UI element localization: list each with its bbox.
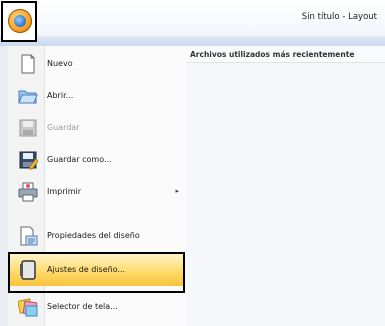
app-orb-icon — [8, 9, 32, 33]
fabric-selector-icon — [18, 298, 38, 317]
title-bar: Sin título - Layout — [0, 0, 385, 36]
submenu-arrow-icon: ▸ — [175, 187, 179, 195]
menu-item-abrir[interactable]: Abrir... — [8, 80, 185, 112]
printer-icon — [18, 182, 38, 202]
menu-item-label: Propiedades del diseño — [47, 231, 140, 240]
menu-item-guardar[interactable]: Guardar — [8, 112, 185, 144]
save-as-icon — [19, 151, 38, 170]
save-icon — [19, 119, 37, 137]
menu-item-label: Guardar — [47, 123, 80, 132]
menu-item-label: Imprimir — [47, 187, 82, 196]
design-properties-icon — [20, 226, 38, 246]
menu-item-propiedades[interactable]: Propiedades del diseño — [8, 220, 185, 252]
menu-item-label: Guardar como... — [47, 155, 112, 164]
menu-item-label: Nuevo — [47, 59, 73, 68]
highlight-frame — [8, 252, 185, 293]
recent-files-header: Archivos utilizados más recientemente — [186, 46, 385, 63]
menu-item-label: Abrir... — [47, 91, 74, 100]
menu-item-guardar-como[interactable]: Guardar como... — [8, 144, 185, 176]
window-title: Sin título - Layout — [301, 12, 377, 22]
application-button[interactable] — [1, 1, 37, 42]
recent-files-title: Archivos utilizados más recientemente — [190, 50, 355, 59]
new-document-icon — [21, 54, 35, 74]
menu-item-imprimir[interactable]: Imprimir ▸ — [8, 176, 185, 208]
recent-files-panel: Archivos utilizados más recientemente — [186, 46, 385, 326]
menu-item-selector-tela[interactable]: Selector de tela... — [8, 291, 185, 323]
open-folder-icon — [18, 90, 38, 104]
menu-item-label: Selector de tela... — [47, 302, 118, 311]
menu-item-nuevo[interactable]: Nuevo — [8, 48, 185, 80]
